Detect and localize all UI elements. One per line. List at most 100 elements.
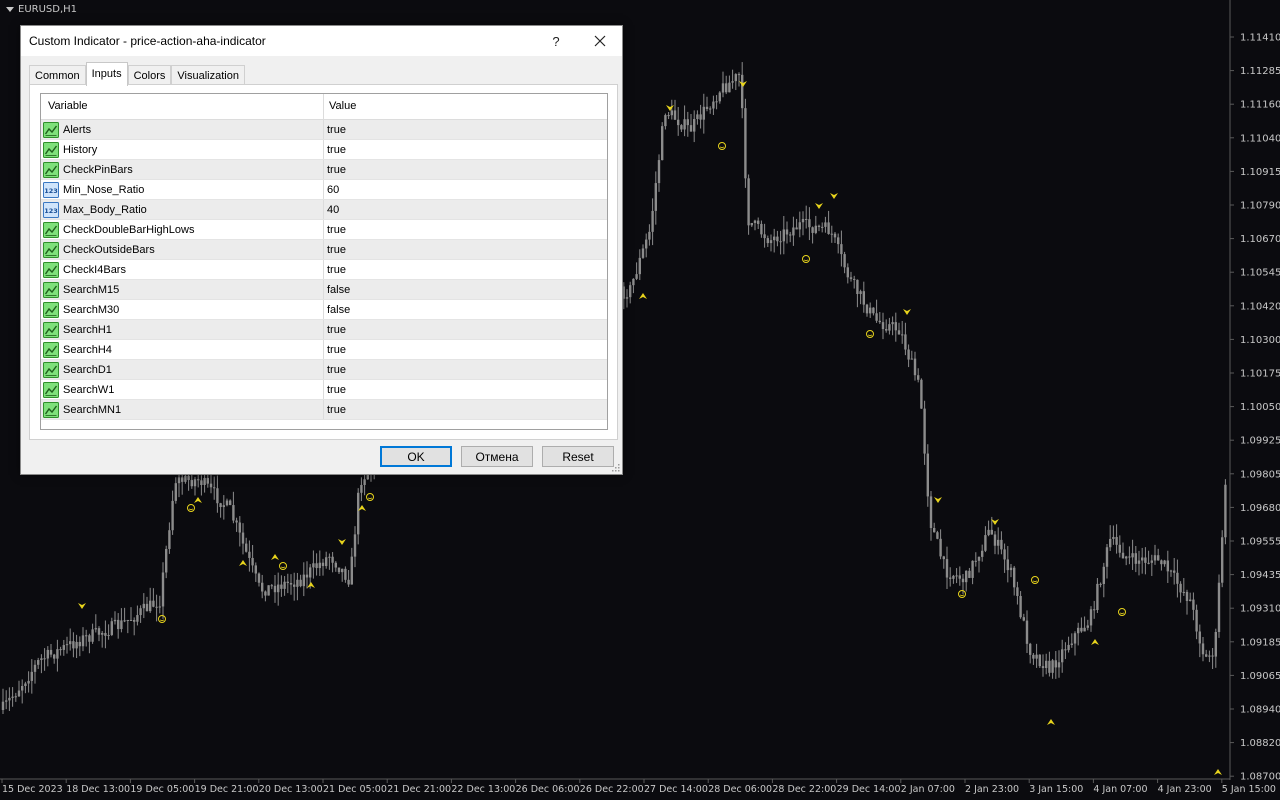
variable-cell[interactable]: SearchW1 — [41, 380, 324, 399]
variable-cell[interactable]: 123 Max_Body_Ratio — [41, 200, 324, 219]
table-row[interactable]: 123 Max_Body_Ratio 40 — [41, 200, 607, 220]
arrow-up-marker-icon — [1047, 719, 1055, 725]
candle-body — [1003, 549, 1006, 560]
candle-body — [104, 632, 107, 636]
candle-body — [43, 658, 46, 660]
candle-body — [1000, 539, 1003, 550]
value-text: true — [327, 263, 346, 276]
table-row[interactable]: CheckOutsideBars true — [41, 240, 607, 260]
value-cell[interactable]: false — [324, 280, 607, 299]
candle-body — [715, 101, 718, 103]
variable-cell[interactable]: SearchD1 — [41, 360, 324, 379]
value-cell[interactable]: true — [324, 340, 607, 359]
table-row[interactable]: CheckDoubleBarHighLows true — [41, 220, 607, 240]
value-cell[interactable]: true — [324, 120, 607, 139]
variable-cell[interactable]: CheckDoubleBarHighLows — [41, 220, 324, 239]
value-cell[interactable]: false — [324, 300, 607, 319]
variable-cell[interactable]: CheckI4Bars — [41, 260, 324, 279]
value-cell[interactable]: 60 — [324, 180, 607, 199]
candle-body — [107, 634, 110, 636]
value-text: false — [327, 283, 351, 296]
variable-cell[interactable]: 123 Min_Nose_Ratio — [41, 180, 324, 199]
table-row[interactable]: SearchM15 false — [41, 280, 607, 300]
candle-body — [69, 641, 72, 645]
value-cell[interactable]: true — [324, 320, 607, 339]
candle-body — [33, 664, 37, 672]
candle-body — [920, 379, 923, 409]
table-row[interactable]: SearchW1 true — [41, 380, 607, 400]
ok-button[interactable]: OK — [380, 446, 452, 467]
value-cell[interactable]: true — [324, 140, 607, 159]
value-text: 60 — [327, 183, 340, 196]
candle-body — [315, 563, 318, 569]
candle-body — [705, 106, 709, 109]
variable-cell[interactable]: SearchMN1 — [41, 400, 324, 419]
variable-cell[interactable]: SearchM15 — [41, 280, 324, 299]
variable-cell[interactable]: Alerts — [41, 120, 324, 139]
smiley-marker-icon — [279, 562, 287, 570]
close-button[interactable] — [578, 26, 622, 56]
tab-colors[interactable]: Colors — [127, 65, 172, 86]
variable-cell[interactable]: SearchM30 — [41, 300, 324, 319]
column-header-value[interactable]: Value — [324, 94, 607, 119]
value-cell[interactable]: true — [324, 400, 607, 419]
table-row[interactable]: SearchD1 true — [41, 360, 607, 380]
tab-common[interactable]: Common — [29, 65, 86, 86]
variable-name: Min_Nose_Ratio — [63, 183, 145, 196]
dialog-title-bar[interactable]: Custom Indicator - price-action-aha-indi… — [21, 26, 622, 56]
tab-inputs[interactable]: Inputs — [85, 62, 128, 86]
variable-cell[interactable]: SearchH1 — [41, 320, 324, 339]
candle-body — [1029, 643, 1032, 655]
candle-body — [843, 254, 846, 268]
candle-body — [830, 233, 833, 235]
table-row[interactable]: SearchMN1 true — [41, 400, 607, 420]
resize-grip-icon[interactable] — [610, 462, 620, 472]
variable-cell[interactable]: CheckPinBars — [41, 160, 324, 179]
candle-body — [225, 500, 229, 506]
time-label: 22 Dec 13:00 — [451, 784, 515, 795]
variable-cell[interactable]: History — [41, 140, 324, 159]
bool-icon — [43, 321, 59, 338]
value-cell[interactable]: true — [324, 160, 607, 179]
candle-body — [145, 603, 149, 612]
candle-body — [1025, 620, 1029, 644]
candle-body — [993, 534, 997, 546]
value-cell[interactable]: 40 — [324, 200, 607, 219]
candle-body — [651, 210, 654, 232]
candle-body — [664, 115, 667, 127]
table-row[interactable]: Alerts true — [41, 120, 607, 140]
table-row[interactable]: SearchH4 true — [41, 340, 607, 360]
value-cell[interactable]: true — [324, 220, 607, 239]
value-cell[interactable]: true — [324, 360, 607, 379]
arrow-down-marker-icon — [666, 105, 674, 111]
candle-body — [270, 585, 273, 587]
value-cell[interactable]: true — [324, 240, 607, 259]
dropdown-arrow-icon[interactable] — [6, 7, 14, 12]
table-row[interactable]: CheckI4Bars true — [41, 260, 607, 280]
candle-body — [1038, 654, 1041, 667]
candle-body — [1041, 666, 1045, 669]
cancel-button[interactable]: Отмена — [461, 446, 533, 467]
table-row[interactable]: History true — [41, 140, 607, 160]
tab-visualization[interactable]: Visualization — [171, 65, 245, 86]
table-row[interactable]: 123 Min_Nose_Ratio 60 — [41, 180, 607, 200]
help-button[interactable]: ? — [534, 26, 578, 56]
candle-body — [91, 629, 94, 642]
variable-name: CheckOutsideBars — [63, 243, 155, 256]
value-cell[interactable]: true — [324, 380, 607, 399]
table-row[interactable]: CheckPinBars true — [41, 160, 607, 180]
reset-button[interactable]: Reset — [542, 446, 614, 467]
value-cell[interactable]: true — [324, 260, 607, 279]
bool-icon — [43, 241, 59, 258]
table-row[interactable]: SearchM30 false — [41, 300, 607, 320]
table-row[interactable]: SearchH1 true — [41, 320, 607, 340]
candle-body — [321, 562, 325, 567]
variable-cell[interactable]: SearchH4 — [41, 340, 324, 359]
bool-icon — [43, 301, 59, 318]
column-header-variable[interactable]: Variable — [41, 94, 324, 119]
variable-cell[interactable]: CheckOutsideBars — [41, 240, 324, 259]
close-icon — [594, 35, 606, 47]
candle-body — [1016, 587, 1019, 596]
candle-body — [981, 550, 984, 557]
candle-body — [264, 591, 267, 596]
